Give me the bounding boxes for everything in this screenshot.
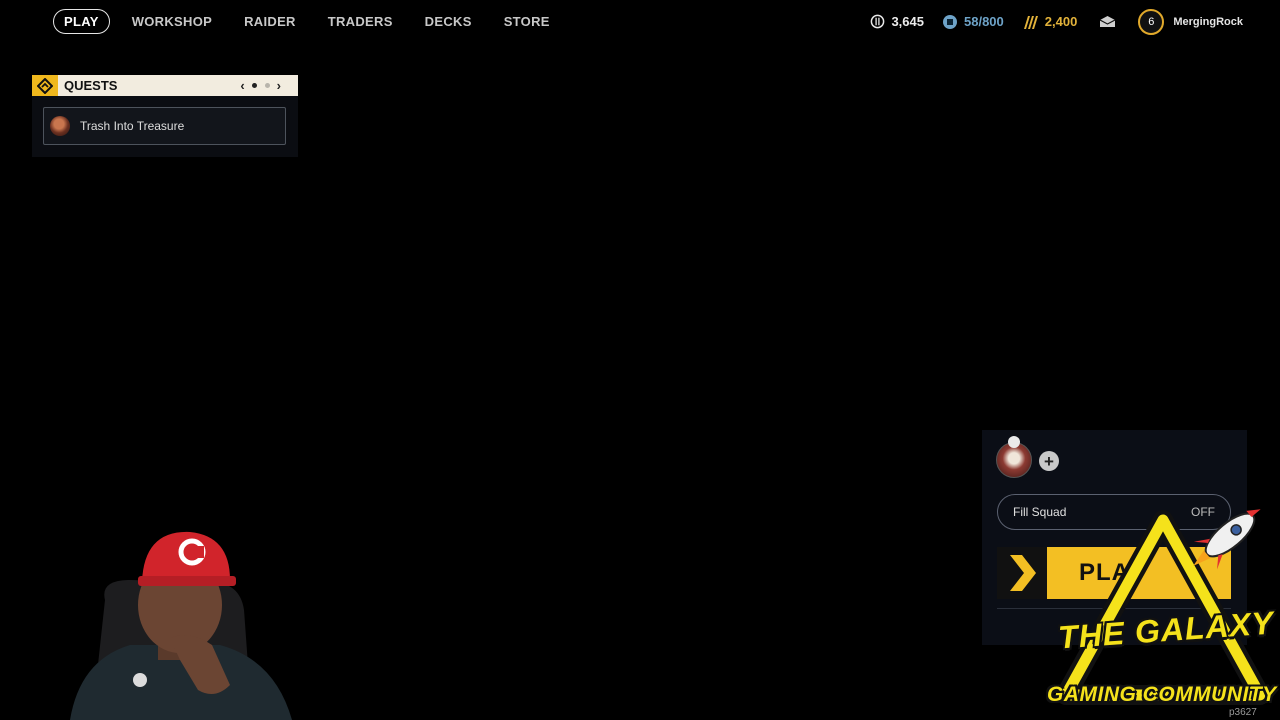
- chevron-left-icon[interactable]: ‹: [240, 78, 244, 93]
- pager-dot-active[interactable]: [251, 83, 257, 88]
- leader-crown-icon: [1008, 436, 1020, 448]
- gold-icon: [1023, 15, 1038, 29]
- mail-button[interactable]: [1099, 15, 1116, 28]
- tickets-counter[interactable]: 58/800: [942, 14, 1004, 30]
- ticket-icon: [943, 14, 957, 29]
- webcam-overlay: [30, 520, 298, 720]
- quest-diamond-icon: [32, 75, 58, 96]
- plus-icon: +: [1044, 451, 1054, 471]
- gold-counter[interactable]: 2,400: [1022, 14, 1078, 30]
- pager-dot[interactable]: [264, 83, 270, 88]
- coins-counter[interactable]: 3,645: [870, 14, 924, 29]
- quest-item[interactable]: Trash Into Treasure: [43, 107, 286, 145]
- coins-icon: [871, 14, 885, 29]
- quests-panel: QUESTS ‹ › Trash Into Treasure: [32, 75, 298, 157]
- nav-workshop[interactable]: WORKSHOP: [132, 14, 212, 29]
- quests-pager: ‹ ›: [237, 75, 284, 96]
- nav-play[interactable]: PLAY: [53, 9, 110, 34]
- add-squad-member-button[interactable]: +: [1039, 451, 1059, 471]
- mail-icon: [1100, 16, 1116, 27]
- main-nav: PLAY WORKSHOP RAIDER TRADERS DECKS STORE: [53, 8, 582, 35]
- player-username[interactable]: MergingRock: [1173, 16, 1243, 28]
- nav-traders[interactable]: TRADERS: [328, 14, 393, 29]
- coins-value: 3,645: [891, 14, 924, 29]
- quests-title: QUESTS: [64, 78, 118, 93]
- quests-header: QUESTS ‹ ›: [32, 75, 298, 96]
- quest-name: Trash Into Treasure: [80, 119, 185, 133]
- stream-id-label: p3627: [1229, 707, 1257, 718]
- nav-store[interactable]: STORE: [504, 14, 550, 29]
- nav-decks[interactable]: DECKS: [425, 14, 472, 29]
- player-level-badge: 6: [1138, 8, 1165, 35]
- chevron-right-icon[interactable]: ›: [277, 78, 281, 93]
- quest-thumbnail-icon: [50, 116, 70, 136]
- player-status-bar: 3,645 58/800 2,400 6 MergingRock: [852, 8, 1243, 35]
- logo-subtitle: GAMING COMMUNITY: [1047, 683, 1277, 706]
- nav-raider[interactable]: RAIDER: [244, 14, 296, 29]
- gold-value: 2,400: [1044, 14, 1078, 29]
- tickets-value: 58/800: [964, 14, 1004, 29]
